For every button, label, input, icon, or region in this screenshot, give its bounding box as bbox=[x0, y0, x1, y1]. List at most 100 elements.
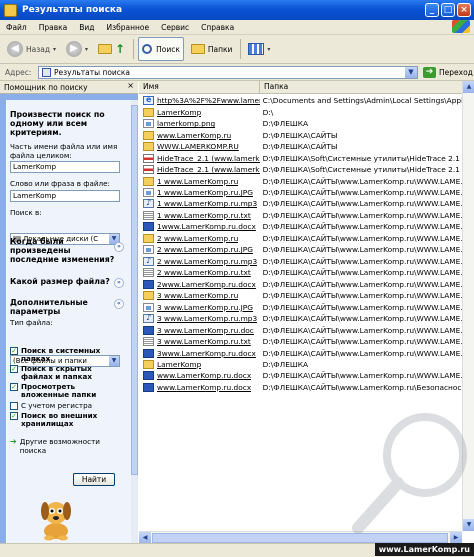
file-name-cell[interactable]: 1 www.LamerKomp.ru.JPG bbox=[139, 187, 260, 197]
file-name-cell[interactable]: 3 www.LamerKomp.ru.txt bbox=[139, 337, 260, 347]
file-name-cell[interactable]: 1 www.LamerKomp.ru bbox=[139, 176, 260, 186]
column-folder[interactable]: Папка bbox=[260, 81, 462, 93]
up-folder-button[interactable]: ↑ bbox=[95, 38, 128, 60]
file-name[interactable]: 3 www.LamerKomp.ru.JPG bbox=[157, 303, 253, 312]
table-row[interactable]: lamerkomp.png D:\ФЛЕШКА bbox=[139, 118, 462, 129]
opt-system-checkbox[interactable]: ✓ Поиск в системных папках bbox=[10, 347, 120, 363]
table-row[interactable]: 1www.LamerKomp.ru.docx D:\ФЛЕШКА\САЙТЫ\ww… bbox=[139, 221, 462, 232]
when-modified-section[interactable]: Когда были произведены последние изменен… bbox=[10, 237, 124, 264]
file-name-cell[interactable]: LamerKomp bbox=[139, 107, 260, 117]
file-name-cell[interactable]: 3 www.LamerKomp.ru.doc bbox=[139, 325, 260, 335]
file-name[interactable]: 2www.LamerKomp.ru.docx bbox=[157, 280, 256, 289]
file-name-cell[interactable]: www.LamerKomp.ru.docx bbox=[139, 371, 260, 381]
file-name[interactable]: HideTrace_2.1 (www.lamerk... bbox=[157, 165, 260, 174]
chevron-down-icon[interactable]: » bbox=[114, 242, 124, 252]
file-name-cell[interactable]: 3www.LamerKomp.ru.docx bbox=[139, 348, 260, 358]
table-row[interactable]: 1 www.LamerKomp.ru.mp3 D:\ФЛЕШКА\САЙТЫ\ww… bbox=[139, 198, 462, 209]
file-name-cell[interactable]: http%3A%2F%2Fwww.lamer... bbox=[139, 96, 260, 106]
file-name-cell[interactable]: 2 www.LamerKomp.ru.txt bbox=[139, 268, 260, 278]
menu-view[interactable]: Вид bbox=[73, 23, 100, 32]
table-row[interactable]: HideTrace_2.1 (www.lamerk... D:\ФЛЕШКА\So… bbox=[139, 152, 462, 163]
file-name[interactable]: 1 www.LamerKomp.ru.txt bbox=[157, 211, 251, 220]
size-section[interactable]: Какой размер файла? » bbox=[10, 277, 124, 288]
file-name[interactable]: 1 www.LamerKomp.ru.JPG bbox=[157, 188, 253, 197]
file-name[interactable]: 2 www.LamerKomp.ru.JPG bbox=[157, 245, 253, 254]
file-name[interactable]: 1 www.LamerKomp.ru.mp3 bbox=[157, 199, 257, 208]
panel-close-icon[interactable]: × bbox=[127, 81, 134, 90]
scroll-up-icon[interactable]: ▲ bbox=[463, 81, 474, 93]
menu-help[interactable]: Справка bbox=[195, 23, 240, 32]
file-name[interactable]: http%3A%2F%2Fwww.lamer... bbox=[157, 96, 260, 105]
forward-dropdown-icon[interactable]: ▾ bbox=[85, 46, 88, 53]
file-name[interactable]: WWW.LAMERKOMP.RU bbox=[157, 142, 239, 151]
file-name-cell[interactable]: 2www.LamerKomp.ru.docx bbox=[139, 279, 260, 289]
phrase-input[interactable]: LamerKomp bbox=[10, 190, 120, 202]
table-row[interactable]: 1 www.LamerKomp.ru.JPG D:\ФЛЕШКА\САЙТЫ\ww… bbox=[139, 187, 462, 198]
file-name[interactable]: www.LamerKomp.ru.docx bbox=[157, 383, 251, 392]
back-button[interactable]: ◀ Назад ▾ bbox=[4, 38, 59, 60]
address-dropdown-icon[interactable]: ▼ bbox=[405, 66, 417, 78]
file-name-cell[interactable]: lamerkomp.png bbox=[139, 119, 260, 129]
opt-case-checkbox[interactable]: С учетом регистра bbox=[10, 402, 120, 410]
advanced-section[interactable]: Дополнительные параметры « bbox=[10, 298, 124, 316]
file-name-cell[interactable]: WWW.LAMERKOMP.RU bbox=[139, 142, 260, 152]
file-name-cell[interactable]: 3 www.LamerKomp.ru.mp3 bbox=[139, 314, 260, 324]
address-input[interactable]: Результаты поиска ▼ bbox=[38, 65, 418, 79]
file-name[interactable]: 1 www.LamerKomp.ru bbox=[157, 177, 238, 186]
search-button[interactable]: Поиск bbox=[138, 37, 184, 61]
chevron-up-icon[interactable]: « bbox=[114, 299, 124, 309]
file-name[interactable]: www.LamerKomp.ru.docx bbox=[157, 371, 251, 380]
close-button[interactable]: × bbox=[457, 3, 471, 17]
table-row[interactable]: www.LamerKomp.ru.docx D:\ФЛЕШКА\САЙТЫ\www… bbox=[139, 382, 462, 393]
table-row[interactable]: 3 www.LamerKomp.ru.mp3 D:\ФЛЕШКА\САЙТЫ\ww… bbox=[139, 313, 462, 324]
file-name-cell[interactable]: 2 www.LamerKomp.ru.JPG bbox=[139, 245, 260, 255]
file-name[interactable]: 3www.LamerKomp.ru.docx bbox=[157, 349, 256, 358]
file-name-cell[interactable]: www.LamerKomp.ru.docx bbox=[139, 382, 260, 392]
table-row[interactable]: 3www.LamerKomp.ru.docx D:\ФЛЕШКА\САЙТЫ\ww… bbox=[139, 347, 462, 358]
menu-favorites[interactable]: Избранное bbox=[101, 23, 156, 32]
forward-button[interactable]: ▶ ▾ bbox=[63, 38, 91, 60]
folders-button[interactable]: Папки bbox=[188, 38, 236, 60]
other-options-link[interactable]: ➔ Другие возможности поиска bbox=[10, 437, 120, 455]
menu-edit[interactable]: Правка bbox=[33, 23, 74, 32]
opt-hidden-checkbox[interactable]: ✓ Поиск в скрытых файлах и папках bbox=[10, 365, 120, 381]
table-row[interactable]: www.LamerKomp.ru.docx D:\ФЛЕШКА\САЙТЫ\www… bbox=[139, 370, 462, 381]
table-row[interactable]: 3 www.LamerKomp.ru.doc D:\ФЛЕШКА\САЙТЫ\ww… bbox=[139, 324, 462, 335]
file-name[interactable]: 2 www.LamerKomp.ru.txt bbox=[157, 268, 251, 277]
maximize-button[interactable]: □ bbox=[441, 3, 455, 17]
menu-file[interactable]: Файл bbox=[0, 23, 33, 32]
file-name[interactable]: 2 www.LamerKomp.ru.mp3 bbox=[157, 257, 257, 266]
table-row[interactable]: LamerKomp D:\ bbox=[139, 106, 462, 117]
file-name[interactable]: 1www.LamerKomp.ru.docx bbox=[157, 222, 256, 231]
table-row[interactable]: http%3A%2F%2Fwww.lamer...C:\Documents an… bbox=[139, 95, 462, 106]
panel-scroll-thumb[interactable] bbox=[131, 105, 138, 475]
file-name-cell[interactable]: 1 www.LamerKomp.ru.mp3 bbox=[139, 199, 260, 209]
file-name[interactable]: 2 www.LamerKomp.ru bbox=[157, 234, 238, 243]
table-row[interactable]: LamerKomp D:\ФЛЕШКА bbox=[139, 359, 462, 370]
column-name[interactable]: Имя bbox=[139, 81, 260, 93]
table-row[interactable]: www.LamerKomp.ru D:\ФЛЕШКА\САЙТЫ bbox=[139, 129, 462, 140]
file-name-cell[interactable]: 2 www.LamerKomp.ru bbox=[139, 233, 260, 243]
table-row[interactable]: 3 www.LamerKomp.ru D:\ФЛЕШКА\САЙТЫ\www.La… bbox=[139, 290, 462, 301]
go-button[interactable]: ➔ Переход bbox=[423, 66, 473, 78]
name-input[interactable]: LamerKomp bbox=[10, 161, 120, 173]
menu-tools[interactable]: Сервис bbox=[155, 23, 195, 32]
table-row[interactable]: HideTrace_2.1 (www.lamerk... D:\ФЛЕШКА\So… bbox=[139, 164, 462, 175]
find-button[interactable]: Найти bbox=[73, 473, 115, 486]
file-name-cell[interactable]: 3 www.LamerKomp.ru bbox=[139, 291, 260, 301]
table-row[interactable]: 2 www.LamerKomp.ru.mp3 D:\ФЛЕШКА\САЙТЫ\ww… bbox=[139, 256, 462, 267]
file-name[interactable]: 3 www.LamerKomp.ru.mp3 bbox=[157, 314, 257, 323]
table-row[interactable]: WWW.LAMERKOMP.RU D:\ФЛЕШКА\САЙТЫ bbox=[139, 141, 462, 152]
table-row[interactable]: 3 www.LamerKomp.ru.txt D:\ФЛЕШКА\САЙТЫ\ww… bbox=[139, 336, 462, 347]
file-name-cell[interactable]: 1 www.LamerKomp.ru.txt bbox=[139, 210, 260, 220]
table-row[interactable]: 2 www.LamerKomp.ru.txt D:\ФЛЕШКА\САЙТЫ\ww… bbox=[139, 267, 462, 278]
file-name[interactable]: lamerkomp.png bbox=[157, 119, 215, 128]
opt-subfolders-checkbox[interactable]: ✓ Просмотреть вложенные папки bbox=[10, 383, 120, 399]
file-name-cell[interactable]: 3 www.LamerKomp.ru.JPG bbox=[139, 302, 260, 312]
table-row[interactable]: 2 www.LamerKomp.ru.JPG D:\ФЛЕШКА\САЙТЫ\ww… bbox=[139, 244, 462, 255]
file-name[interactable]: www.LamerKomp.ru bbox=[157, 131, 231, 140]
file-name[interactable]: 3 www.LamerKomp.ru.txt bbox=[157, 337, 251, 346]
table-row[interactable]: 1 www.LamerKomp.ru D:\ФЛЕШКА\САЙТЫ\www.La… bbox=[139, 175, 462, 186]
file-name[interactable]: LamerKomp bbox=[157, 108, 201, 117]
file-name-cell[interactable]: 2 www.LamerKomp.ru.mp3 bbox=[139, 256, 260, 266]
